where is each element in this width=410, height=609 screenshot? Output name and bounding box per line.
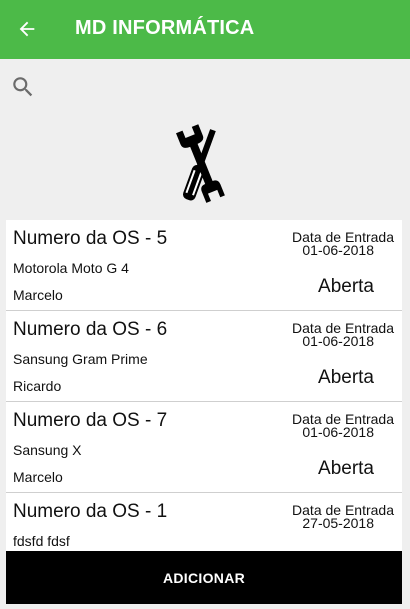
service-order-list: Numero da OS - 5 Motorola Moto G 4 Marce… [6,220,402,555]
client-name: Ricardo [13,378,62,394]
order-status: Aberta [318,367,374,388]
device-name: Motorola Moto G 4 [13,260,129,276]
device-name: Sansung Gram Prime [13,351,148,367]
entry-date: 27-05-2018 [302,515,374,531]
client-name: Marcelo [13,287,63,303]
tools-logo [172,122,230,204]
back-button[interactable] [14,16,40,42]
search-icon [13,77,33,97]
app-title: MD INFORMÁTICA [75,17,255,39]
order-number: Numero da OS - 7 [13,410,168,431]
arrow-left-icon [19,21,35,37]
order-status: Aberta [318,276,374,297]
order-number: Numero da OS - 5 [13,228,168,249]
order-number: Numero da OS - 6 [13,319,168,340]
list-item[interactable]: Numero da OS - 5 Motorola Moto G 4 Marce… [6,220,402,311]
search-button[interactable] [10,74,36,100]
device-name: Sansung X [13,442,82,458]
device-name: fdsfd fdsf [13,533,70,549]
list-item[interactable]: Numero da OS - 6 Sansung Gram Prime Rica… [6,311,402,402]
order-number: Numero da OS - 1 [13,501,168,522]
tools-icon [176,124,225,203]
add-button[interactable]: ADICIONAR [6,551,402,604]
app-bar: MD INFORMÁTICA [0,0,410,59]
client-name: Marcelo [13,469,63,485]
list-item[interactable]: Numero da OS - 1 fdsfd fdsf Data de Entr… [6,493,402,555]
entry-date: 01-06-2018 [302,424,374,440]
entry-date: 01-06-2018 [302,242,374,258]
list-item[interactable]: Numero da OS - 7 Sansung X Marcelo Data … [6,402,402,493]
entry-date: 01-06-2018 [302,333,374,349]
order-status: Aberta [318,458,374,479]
